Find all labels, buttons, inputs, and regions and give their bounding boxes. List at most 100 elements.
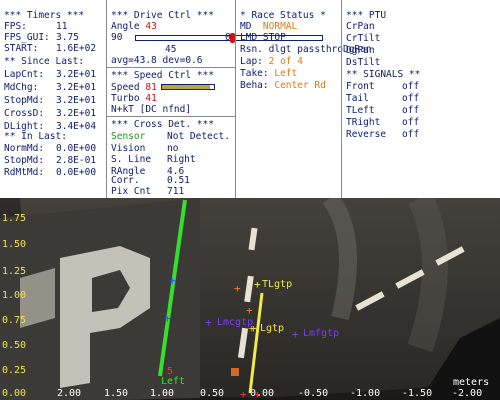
svg-text:+: + <box>246 304 253 317</box>
cross-label: S. Line <box>111 154 152 165</box>
signal-row: TRight off <box>346 117 419 128</box>
marker-five-label: 5 <box>167 366 174 377</box>
angle-label: Angle <box>111 21 140 32</box>
cross-row: S. Line Right <box>111 154 196 165</box>
since-label: LapCnt: <box>4 69 45 80</box>
since-last-header: ** Since Last: <box>4 56 85 67</box>
signal-value: off <box>402 81 420 92</box>
signal-row: TLeft off <box>346 105 419 116</box>
timer-value: 1.6E+02 <box>56 43 97 54</box>
axis-unit-label: meters <box>453 377 490 388</box>
nkt-status: N+kT [DC nfnd] <box>111 104 192 115</box>
timer-label: FPS_GUI: <box>4 32 50 43</box>
ptu-signals-column: *** PTU CrPan CrTilt DgPan DsTilt ** SIG… <box>341 0 500 198</box>
in-row: NormMd: 0.0E+00 <box>4 143 96 154</box>
divider <box>107 116 236 117</box>
since-value: 3.2E+01 <box>56 69 97 80</box>
cross-det-header: *** Cross Det. *** <box>111 119 214 130</box>
y-tick: 0.75 <box>2 315 27 326</box>
lmfgtp-label: Lmfgtp <box>303 328 340 339</box>
drive-ctrl-header: *** Drive Ctrl *** <box>111 10 214 21</box>
angle-value: 43 <box>145 21 157 32</box>
since-value: 3.2E+01 <box>56 108 97 119</box>
since-row: LapCnt: 3.2E+01 <box>4 69 96 80</box>
x-tick: 0.50 <box>200 388 225 399</box>
md-value: NORMAL <box>262 21 298 32</box>
take-row: Take: Left <box>240 68 297 79</box>
signal-value: off <box>402 105 420 116</box>
tlgtp-label: TLgtp <box>262 279 293 290</box>
in-label: NormMd: <box>4 143 45 154</box>
y-tick: 0.25 <box>2 365 27 376</box>
ptu-item: DsTilt <box>346 57 381 68</box>
lgtp-label: Lgtp <box>260 323 285 334</box>
ptu-item: DgPan <box>346 45 375 56</box>
timers-header: *** Timers *** <box>4 10 85 21</box>
svg-text:+: + <box>205 316 212 329</box>
in-value: 2.8E-01 <box>56 155 97 166</box>
ptu-item: CrPan <box>346 21 375 32</box>
left-lane-label: Left <box>161 376 186 387</box>
in-row: StopMd: 2.8E-01 <box>4 155 96 166</box>
cross-label: Corr. <box>111 175 140 186</box>
since-value: 3.2E+01 <box>56 82 97 93</box>
take-label: Take: <box>240 68 269 79</box>
lap-row: Lap: 2 of 4 <box>240 56 303 67</box>
svg-text:+: + <box>169 274 176 287</box>
in-value: 0.0E+00 <box>56 143 97 154</box>
signal-label: Reverse <box>346 129 387 140</box>
race-status-header: * Race Status * <box>240 10 326 21</box>
lmcgtp-label: Lmcgtp <box>217 317 254 328</box>
signal-label: TLeft <box>346 105 375 116</box>
speed-bar-fill <box>162 85 211 89</box>
svg-text:+: + <box>292 328 299 341</box>
timer-label: START: <box>4 43 39 54</box>
cross-row: Vision no <box>111 143 178 154</box>
md-row: MD NORMAL <box>240 21 297 32</box>
since-label: StopMd: <box>4 95 45 106</box>
in-label: RdMtMd: <box>4 167 45 178</box>
y-tick: 1.75 <box>2 213 27 224</box>
since-value: 3.2E+01 <box>56 95 97 106</box>
timer-row-fps: FPS: 11 <box>4 21 67 32</box>
timer-label: FPS: <box>4 21 27 32</box>
turbo-label: Turbo <box>111 93 140 104</box>
race-status-column: * Race Status * MD NORMAL LMD STOP Rsn. … <box>235 0 372 198</box>
signal-row: Reverse off <box>346 129 419 140</box>
lmd-row: LMD STOP <box>240 32 286 43</box>
x-tick: -0.50 <box>298 388 329 399</box>
svg-text:+: + <box>254 278 261 291</box>
x-tick: 0.00 <box>250 388 275 399</box>
signal-value: off <box>402 93 420 104</box>
cross-value: 711 <box>167 186 185 197</box>
signals-header: ** SIGNALS ** <box>346 69 421 80</box>
x-tick: 1.00 <box>150 388 175 399</box>
x-tick: 2.00 <box>57 388 82 399</box>
lap-label: Lap: <box>240 56 263 67</box>
camera-view[interactable]: + + + + + + + + + + + TLgtp Lgtp Lmcgtp … <box>0 198 500 400</box>
svg-text:+: + <box>164 312 171 325</box>
lmd-value: STOP <box>262 32 286 43</box>
in-value: 0.0E+00 <box>56 167 97 178</box>
in-label: StopMd: <box>4 155 45 166</box>
speed-ctrl-header: *** Speed Ctrl *** <box>111 70 214 81</box>
svg-text:+: + <box>234 282 241 295</box>
signal-row: Front off <box>346 81 419 92</box>
reason-label: Rsn. <box>240 44 263 55</box>
slider-min: 90 <box>111 32 123 43</box>
timer-row-start: START: 1.6E+02 <box>4 43 96 54</box>
lap-value: 2 of 4 <box>268 56 303 67</box>
cross-row: Pix Cnt 711 <box>111 186 184 197</box>
since-row: CrossD: 3.2E+01 <box>4 108 96 119</box>
x-tick: 1.50 <box>104 388 129 399</box>
svg-text:+: + <box>240 388 247 400</box>
x-tick: -2.00 <box>452 388 483 399</box>
speed-label: Speed <box>111 82 140 93</box>
speed-row: Speed 81 <box>111 82 157 93</box>
cross-value: Not Detect. <box>167 131 230 142</box>
cross-label: Vision <box>111 143 146 154</box>
signal-label: Tail <box>346 93 369 104</box>
cross-row: Sensor Not Detect. <box>111 131 230 142</box>
turbo-row: Turbo 41 <box>111 93 157 104</box>
since-label: MdChg: <box>4 82 39 93</box>
